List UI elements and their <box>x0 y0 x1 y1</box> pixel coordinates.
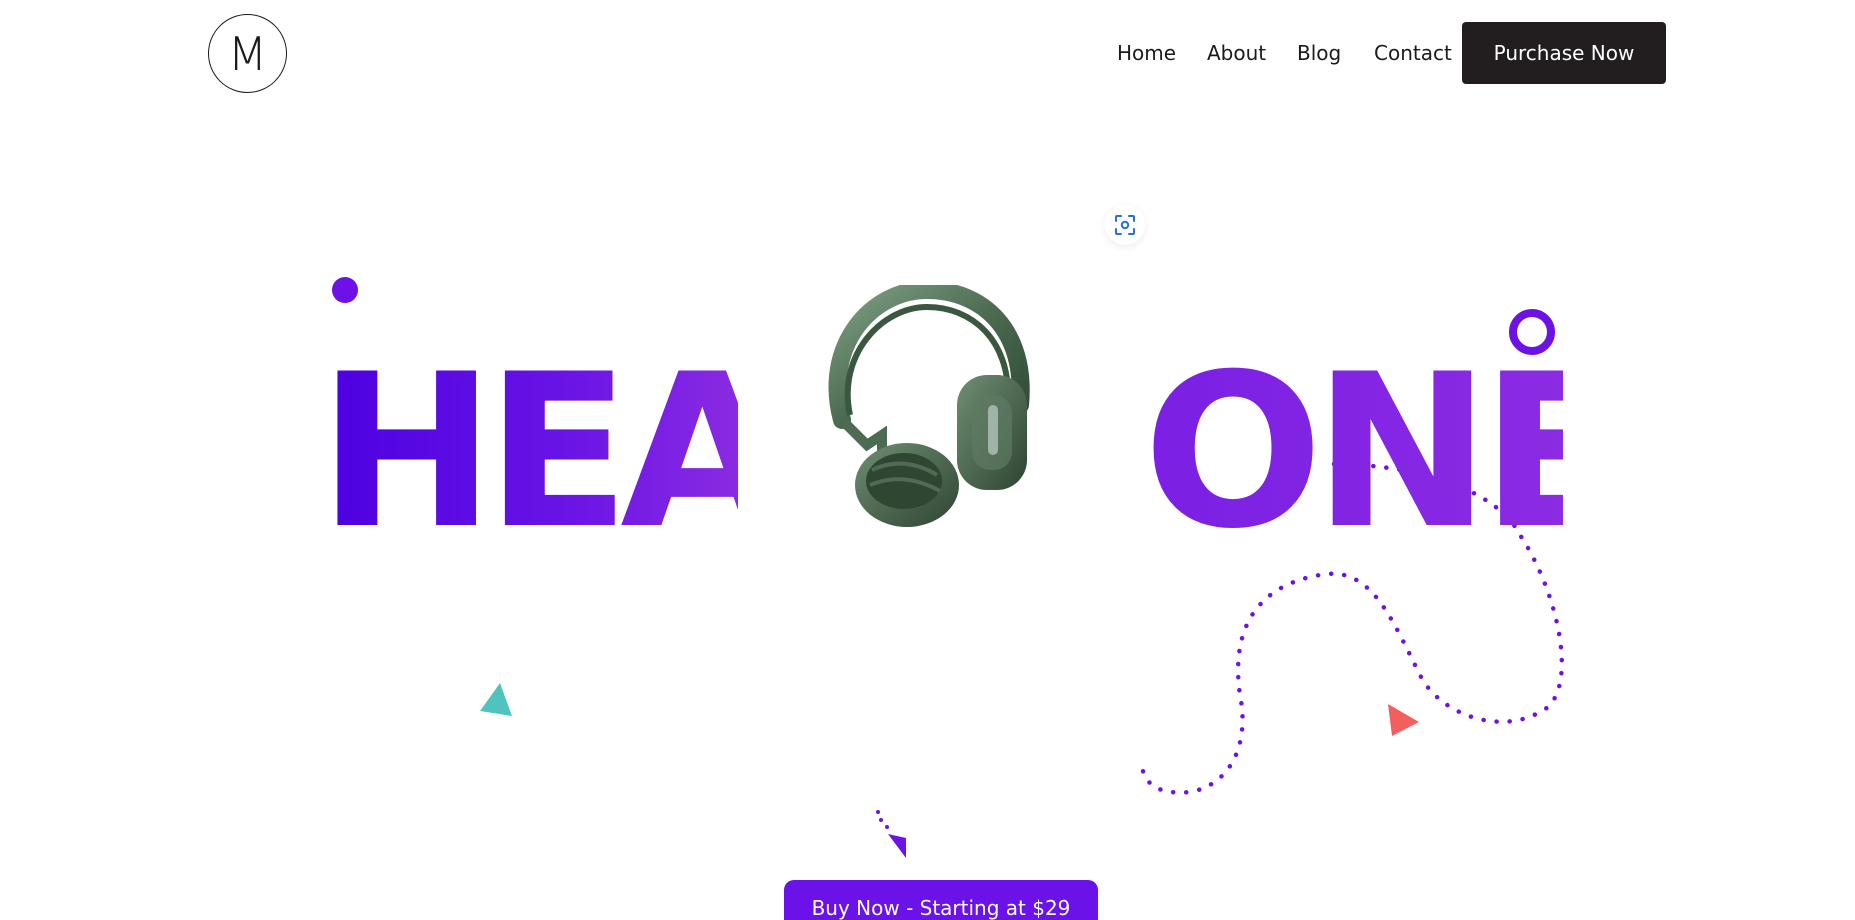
nav-about[interactable]: About <box>1207 41 1266 65</box>
nav-contact[interactable]: Contact <box>1374 41 1452 65</box>
purchase-now-button[interactable]: Purchase Now <box>1462 22 1666 84</box>
buy-now-button[interactable]: Buy Now - Starting at $29 <box>784 880 1098 920</box>
hero-word-left: HEAD <box>318 366 738 538</box>
nav-home[interactable]: Home <box>1117 41 1176 65</box>
decor-ring <box>1509 309 1555 355</box>
decor-dot <box>332 277 358 303</box>
logo-letter: M <box>227 26 268 81</box>
logo[interactable]: M <box>208 14 287 93</box>
decor-arrow-purple <box>876 810 906 858</box>
headphones-image <box>828 285 1030 527</box>
nav-blog[interactable]: Blog <box>1297 41 1341 65</box>
hero-word-right: ONE <box>1143 366 1563 538</box>
scan-focus-icon[interactable] <box>1105 205 1145 245</box>
decor-triangle-teal <box>480 683 512 716</box>
